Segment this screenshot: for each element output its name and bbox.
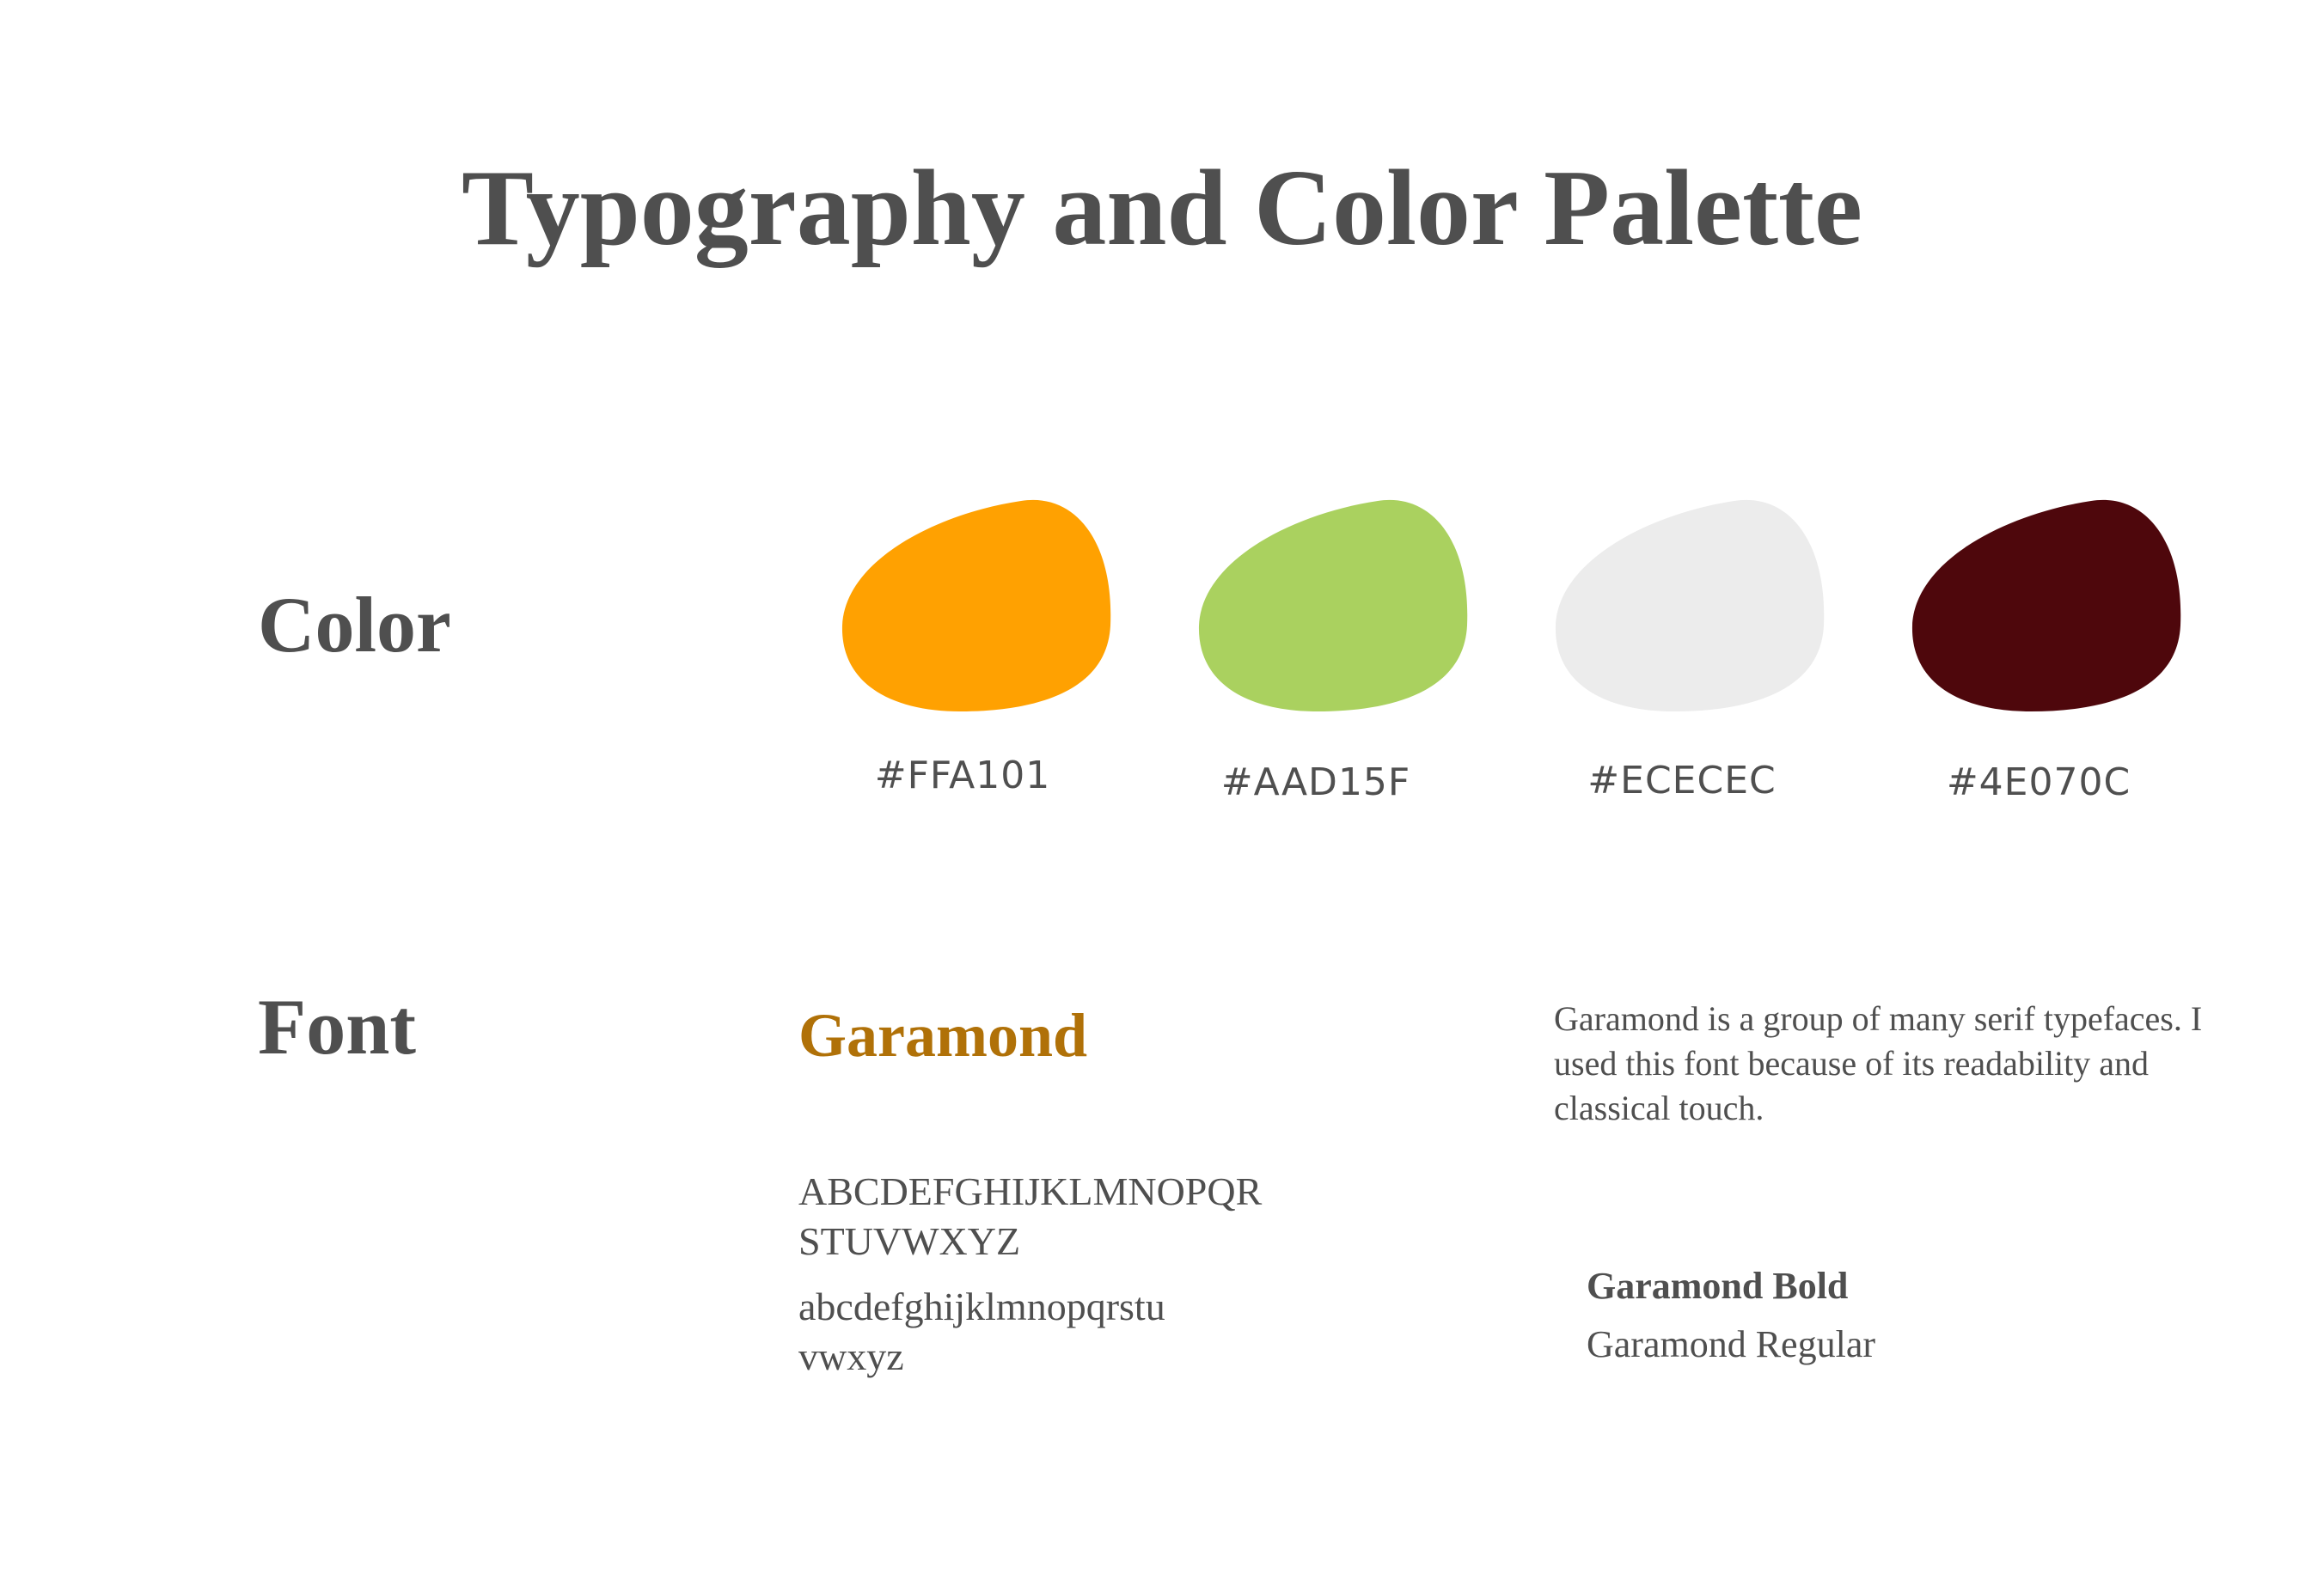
font-description: Garamond is a group of many serif typefa…: [1554, 999, 2203, 1127]
font-section-label: Font: [258, 983, 416, 1071]
swatch-blob-shape: [1555, 499, 1825, 711]
lowercase-line-1: abcdefghijklmnopqrstu: [798, 1285, 1165, 1328]
swatch-blob-shape: [1911, 499, 2181, 711]
font-name-heading: Garamond: [798, 1001, 1088, 1070]
color-swatch-light-gray: [1554, 497, 1829, 716]
swatch-blob-shape: [1198, 499, 1468, 711]
page-title: Typography and Color Palette: [462, 149, 1862, 268]
lowercase-line-2: vwxyz: [798, 1334, 904, 1378]
uppercase-alphabet: ABCDEFGHIJKLMNOPQR STUVWXYZ: [798, 1167, 1349, 1267]
lowercase-alphabet: abcdefghijklmnopqrstu vwxyz: [798, 1282, 1349, 1382]
font-weight-regular-sample: Garamond Regular: [1587, 1323, 1875, 1365]
color-code-light-gray: #ECECEC: [1587, 759, 1777, 803]
uppercase-line-1: ABCDEFGHIJKLMNOPQR: [798, 1169, 1263, 1213]
color-swatch-orange: [841, 497, 1116, 716]
uppercase-line-2: STUVWXYZ: [798, 1219, 1021, 1263]
color-swatch-maroon: [1911, 497, 2186, 716]
color-section-label: Color: [258, 581, 451, 668]
font-weight-bold-sample: Garamond Bold: [1587, 1265, 1849, 1307]
color-code-green: #AAD15F: [1220, 760, 1411, 804]
swatch-blob-shape: [841, 499, 1111, 711]
color-code-orange: #FFA101: [874, 754, 1051, 797]
color-swatch-green: [1197, 497, 1472, 716]
color-code-maroon: #4E070C: [1946, 760, 2131, 804]
